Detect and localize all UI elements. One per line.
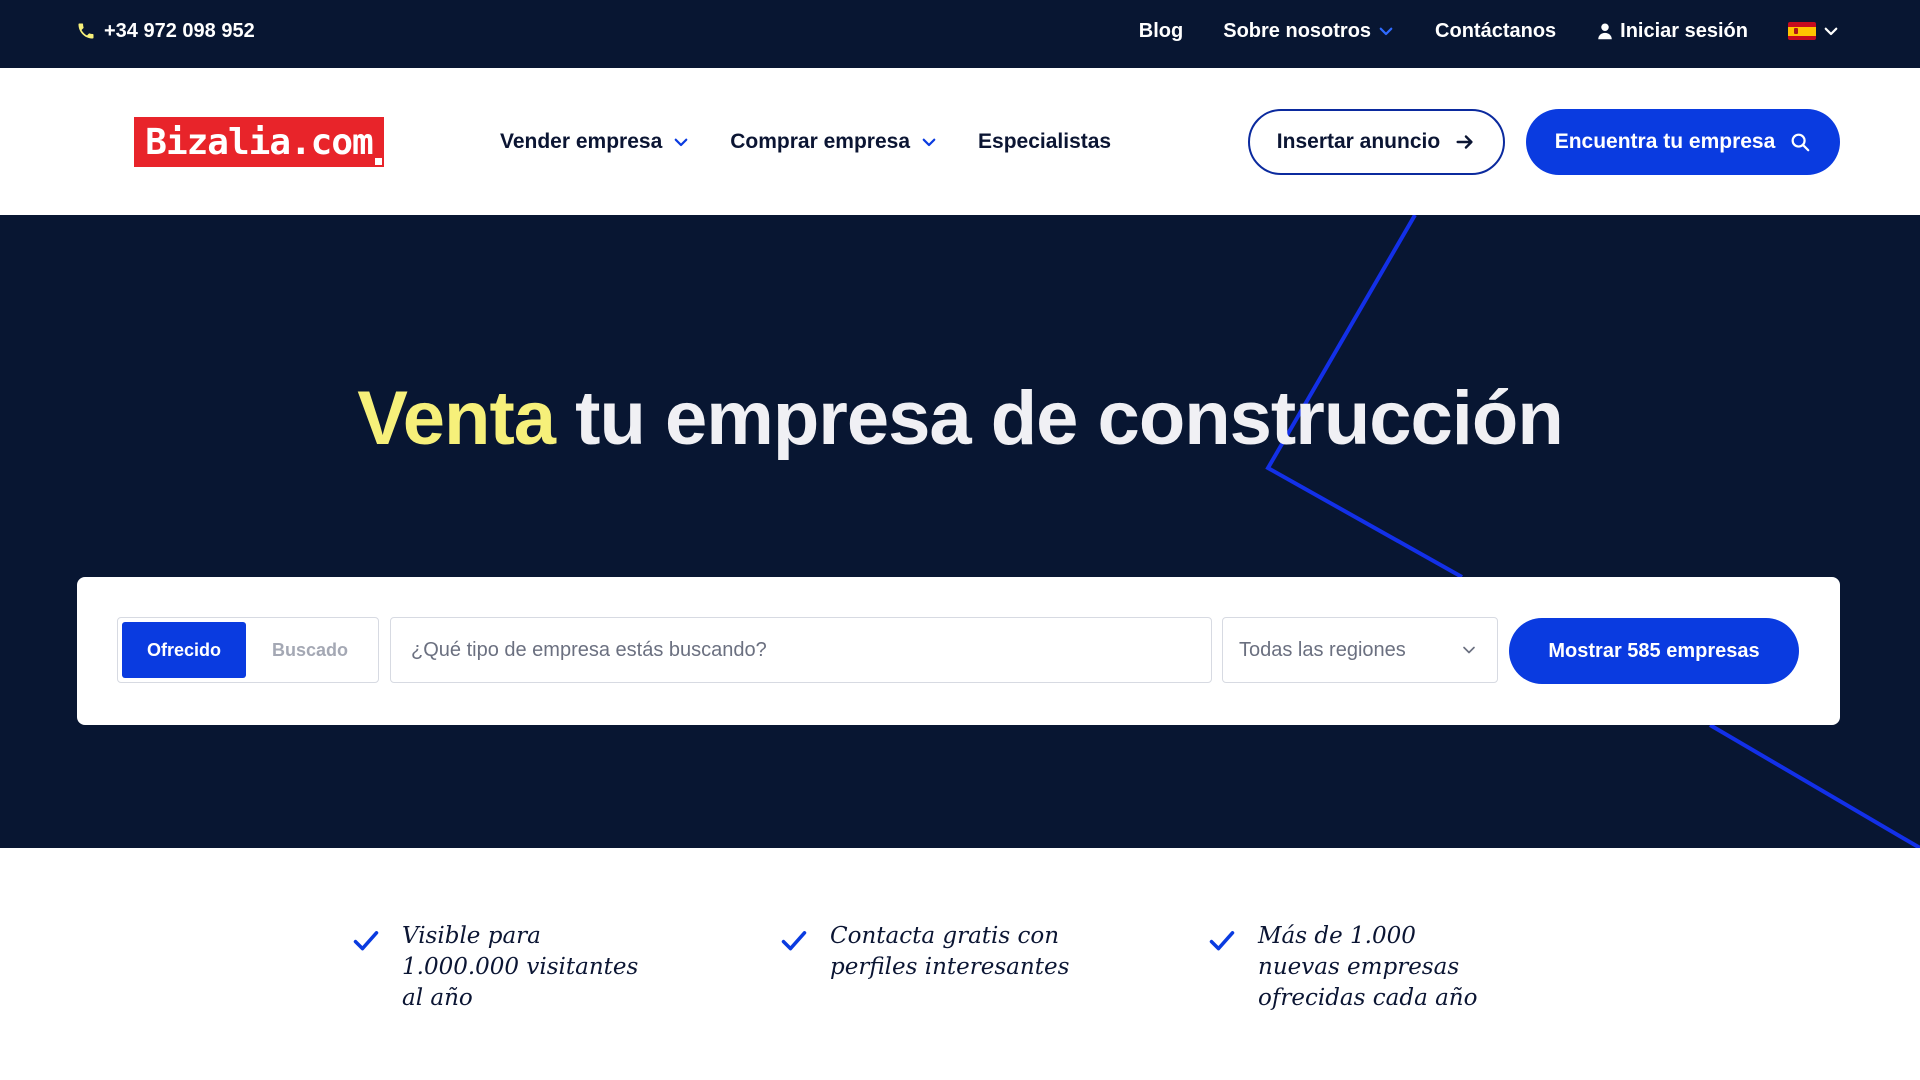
feature-text: Contacta gratis con perfiles interesante… [830, 923, 1070, 980]
region-select[interactable]: Todas las regiones [1222, 617, 1498, 683]
nav-sell-company[interactable]: Vender empresa [500, 130, 690, 154]
nav-buy-company[interactable]: Comprar empresa [730, 130, 938, 154]
feature-item: Contacta gratis con perfiles interesante… [780, 921, 1070, 983]
insert-ad-label: Insertar anuncio [1276, 130, 1441, 153]
find-company-label: Encuentra tu empresa [1554, 130, 1776, 153]
blog-link[interactable]: Blog [1139, 20, 1183, 43]
feature-text: Visible para 1.000.000 visitantes al año [402, 923, 639, 1011]
search-panel: Ofrecido Buscado Todas las regiones Most… [77, 577, 1840, 725]
show-companies-label: Mostrar 585 empresas [1548, 639, 1760, 662]
feature-item: Más de 1.000 nuevas empresas ofrecidas c… [1208, 921, 1498, 1014]
logo-text: Bizalia.com [145, 121, 373, 163]
chevron-down-icon [1463, 646, 1475, 654]
login-label: Iniciar sesión [1620, 19, 1748, 42]
spain-flag-icon [1788, 22, 1816, 40]
chevron-down-icon [674, 138, 688, 146]
company-type-search-input[interactable] [390, 617, 1212, 683]
features-section: Visible para 1.000.000 visitantes al año… [0, 848, 1920, 1080]
phone-link[interactable]: +34 972 098 952 [76, 0, 255, 62]
contact-link[interactable]: Contáctanos [1435, 20, 1556, 43]
check-icon [1209, 931, 1235, 951]
phone-icon [78, 23, 94, 39]
main-nav: Vender empresa Comprar empresa Especiali… [500, 68, 1111, 215]
nav-sell-label: Vender empresa [500, 129, 663, 153]
headline-highlight: Venta [357, 376, 556, 461]
nav-buy-label: Comprar empresa [730, 129, 911, 153]
phone-number: +34 972 098 952 [104, 19, 255, 42]
chevron-down-icon [1824, 27, 1838, 36]
offer-type-toggle: Ofrecido Buscado [117, 617, 379, 683]
region-select-value: Todas las regiones [1239, 638, 1406, 661]
blog-label: Blog [1138, 19, 1184, 42]
about-menu[interactable]: Sobre nosotros [1223, 20, 1395, 43]
nav-specialists-label: Especialistas [978, 129, 1112, 153]
feature-text: Más de 1.000 nuevas empresas ofrecidas c… [1258, 923, 1478, 1011]
hero-headline: Venta tu empresa de construcción [0, 375, 1920, 462]
hero-section: Venta tu empresa de construcción Ofrecid… [0, 215, 1920, 848]
check-icon [353, 931, 379, 951]
decorative-lines [1265, 215, 1920, 848]
search-icon [1791, 133, 1810, 152]
chevron-down-icon [1379, 27, 1393, 36]
find-company-button[interactable]: Encuentra tu empresa [1526, 109, 1840, 175]
nav-specialists[interactable]: Especialistas [978, 130, 1111, 154]
top-bar: +34 972 098 952 Blog Sobre nosotros Cont… [0, 0, 1920, 68]
about-label: Sobre nosotros [1223, 19, 1372, 42]
login-link[interactable]: Iniciar sesión [1596, 20, 1748, 43]
toggle-wanted[interactable]: Buscado [246, 622, 374, 678]
main-header: Bizalia.com Vender empresa Comprar empre… [0, 68, 1920, 215]
arrow-right-icon [1456, 135, 1473, 149]
insert-ad-button[interactable]: Insertar anuncio [1248, 109, 1505, 175]
site-logo[interactable]: Bizalia.com [134, 117, 384, 167]
language-selector[interactable] [1788, 22, 1840, 40]
show-companies-button[interactable]: Mostrar 585 empresas [1509, 618, 1799, 684]
chevron-down-icon [922, 138, 936, 146]
feature-item: Visible para 1.000.000 visitantes al año [352, 921, 642, 1014]
contact-label: Contáctanos [1435, 19, 1557, 42]
headline-rest: tu empresa de construcción [555, 376, 1564, 461]
check-icon [781, 931, 807, 951]
user-icon [1598, 23, 1612, 40]
toggle-offered[interactable]: Ofrecido [122, 622, 246, 678]
decorative-line-lower [1708, 723, 1920, 848]
